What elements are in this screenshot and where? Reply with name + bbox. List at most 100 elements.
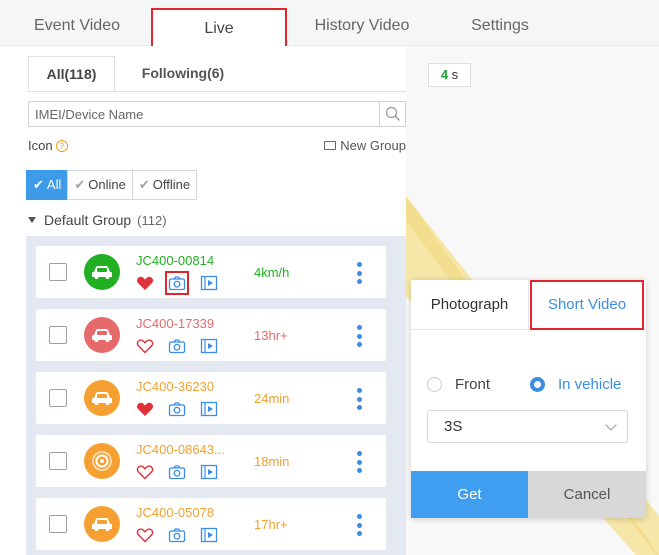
filter-all-label: All (46, 177, 62, 192)
favorite-heart-icon[interactable] (136, 401, 154, 417)
filter-offline[interactable]: ✔ Offline (131, 170, 198, 200)
check-icon: ✔ (138, 177, 150, 192)
device-actions (136, 400, 218, 418)
filter-online-label: Online (88, 177, 126, 192)
folder-icon (324, 141, 337, 150)
device-list: JC400-00814 4km/h JC400-17339 13hr+ JC400-36… (26, 236, 406, 555)
device-card[interactable]: JC400-36230 24min (36, 372, 386, 424)
camera-icon[interactable] (165, 271, 189, 295)
car-icon (92, 266, 112, 279)
tab-history-video[interactable]: History Video (306, 8, 418, 44)
device-checkbox[interactable] (49, 515, 67, 533)
device-checkbox[interactable] (49, 452, 67, 470)
video-icon[interactable] (200, 400, 218, 418)
device-avatar (84, 380, 120, 416)
device-status: 24min (254, 391, 290, 406)
get-button[interactable]: Get (411, 471, 528, 518)
timer-value: 4 (440, 67, 449, 82)
more-options-icon[interactable] (356, 388, 362, 410)
device-card[interactable]: JC400-08643... 18min (36, 435, 386, 487)
favorite-heart-icon[interactable] (136, 338, 154, 354)
device-card[interactable]: JC400-17339 13hr+ (36, 309, 386, 361)
radio-front-dot (427, 377, 442, 392)
device-status: 18min (254, 454, 290, 469)
more-options-icon[interactable] (356, 451, 362, 473)
video-icon[interactable] (200, 463, 218, 481)
group-header[interactable]: Default Group (112) (28, 212, 167, 228)
search-icon (385, 106, 400, 121)
device-avatar (84, 317, 120, 353)
filter-all[interactable]: ✔ All (26, 170, 69, 200)
radio-in-vehicle-dot (530, 377, 545, 392)
device-name[interactable]: JC400-08643... (136, 442, 225, 457)
subtab-following[interactable]: Following(6) (128, 56, 238, 92)
camera-icon[interactable] (168, 463, 186, 481)
device-actions (136, 526, 218, 544)
chevron-down-icon (605, 419, 617, 431)
status-filters: ✔ All ✔ Online ✔ Offline (26, 170, 198, 200)
radio-in-vehicle-label: In vehicle (558, 376, 622, 393)
tab-short-video[interactable]: Short Video (530, 280, 644, 330)
app-root: Event Video Live History Video Settings … (0, 0, 659, 555)
device-status: 4km/h (254, 265, 290, 280)
radio-front-label: Front (455, 376, 491, 393)
favorite-heart-icon[interactable] (136, 275, 154, 291)
device-checkbox[interactable] (49, 326, 67, 344)
group-count: (112) (137, 213, 167, 228)
device-panel: All(118) Following(6) Icon? New Group ✔A… (18, 46, 408, 555)
tab-live[interactable]: Live (151, 8, 287, 48)
more-options-icon[interactable] (356, 325, 362, 347)
cancel-button[interactable]: Cancel (528, 471, 646, 518)
device-card[interactable]: JC400-00814 4km/h (36, 246, 386, 298)
top-tab-bar: Event Video Live History Video Settings (0, 0, 659, 48)
more-options-icon[interactable] (356, 514, 362, 536)
tab-settings[interactable]: Settings (455, 8, 545, 44)
video-icon[interactable] (200, 526, 218, 544)
duration-select[interactable]: 3S (427, 410, 628, 443)
device-avatar (84, 443, 120, 479)
more-options-icon[interactable] (356, 262, 362, 284)
car-icon (92, 518, 112, 531)
device-avatar (84, 254, 120, 290)
video-icon[interactable] (200, 337, 218, 355)
device-name[interactable]: JC400-05078 (136, 505, 214, 520)
device-checkbox[interactable] (49, 389, 67, 407)
radio-front[interactable]: Front (427, 376, 490, 393)
search-button[interactable] (379, 102, 405, 126)
device-actions (136, 271, 218, 295)
help-icon[interactable]: ? (55, 140, 68, 152)
device-card[interactable]: JC400-05078 17hr+ (36, 498, 386, 550)
camera-icon[interactable] (168, 400, 186, 418)
timer-unit: s (451, 67, 459, 82)
favorite-heart-icon[interactable] (136, 464, 154, 480)
camera-icon[interactable] (168, 526, 186, 544)
icon-row: Icon? New Group (28, 138, 406, 156)
filter-offline-label: Offline (152, 177, 191, 192)
car-icon (92, 329, 112, 342)
filter-online[interactable]: ✔ Online (67, 170, 133, 200)
check-icon: ✔ (33, 177, 44, 192)
check-icon: ✔ (74, 177, 86, 192)
device-status: 17hr+ (254, 517, 288, 532)
duration-value: 3S (444, 418, 463, 435)
subtab-all[interactable]: All(118) (28, 56, 115, 92)
group-name: Default Group (44, 212, 132, 228)
search-input[interactable] (29, 102, 379, 126)
video-icon[interactable] (200, 274, 218, 292)
device-actions (136, 337, 218, 355)
device-checkbox[interactable] (49, 263, 67, 281)
favorite-heart-icon[interactable] (136, 527, 154, 543)
caret-down-icon (28, 217, 36, 223)
icon-label: Icon (28, 138, 53, 153)
camera-icon[interactable] (168, 337, 186, 355)
device-name[interactable]: JC400-17339 (136, 316, 214, 331)
device-name[interactable]: JC400-36230 (136, 379, 214, 394)
radio-in-vehicle[interactable]: In vehicle (530, 376, 621, 393)
tab-event-video[interactable]: Event Video (22, 8, 132, 44)
device-status: 13hr+ (254, 328, 288, 343)
device-search (28, 101, 406, 127)
subtab-divider (28, 91, 408, 92)
new-group-button[interactable]: New Group (324, 138, 406, 153)
tab-photograph[interactable]: Photograph (411, 280, 529, 330)
device-name[interactable]: JC400-00814 (136, 253, 214, 268)
